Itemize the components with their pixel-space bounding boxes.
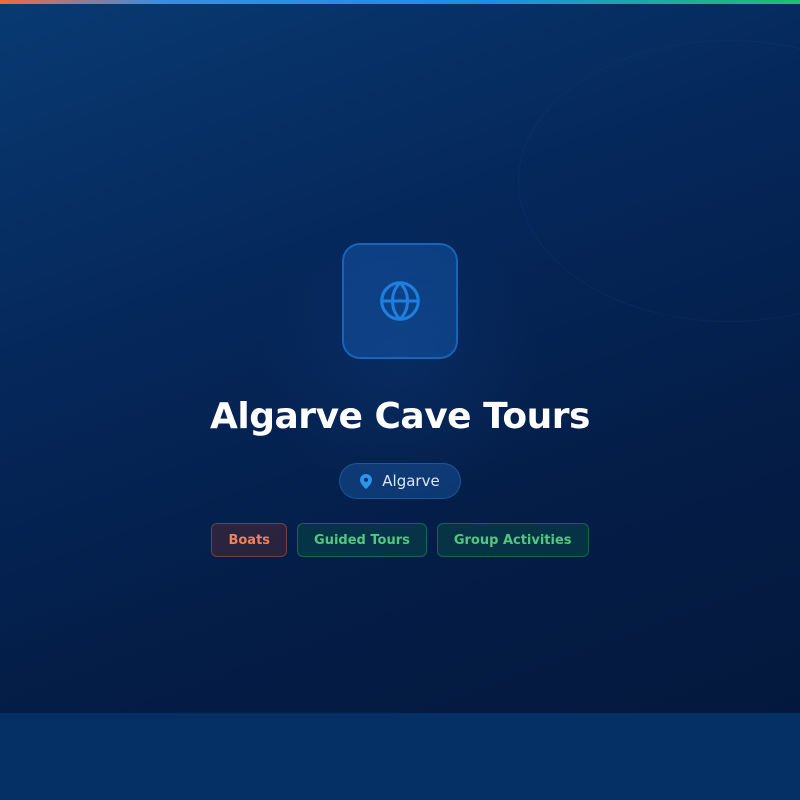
globe-icon <box>380 281 420 321</box>
page-title: Algarve Cave Tours <box>210 396 590 437</box>
tour-card-page: Algarve Cave Tours Algarve Boats Guided … <box>0 0 800 800</box>
tag-group-activities[interactable]: Group Activities <box>436 523 589 557</box>
accent-top-bar <box>0 0 800 4</box>
card-content: Algarve Cave Tours Algarve Boats Guided … <box>0 243 800 557</box>
location-label: Algarve <box>382 472 440 490</box>
globe-icon-tile <box>342 243 458 359</box>
tag-guided-tours[interactable]: Guided Tours <box>297 523 427 557</box>
tag-boats[interactable]: Boats <box>211 523 288 557</box>
tag-list: Boats Guided Tours Group Activities <box>211 523 589 557</box>
footer-band <box>0 713 800 800</box>
location-badge: Algarve <box>339 463 461 499</box>
map-pin-icon <box>360 473 373 489</box>
